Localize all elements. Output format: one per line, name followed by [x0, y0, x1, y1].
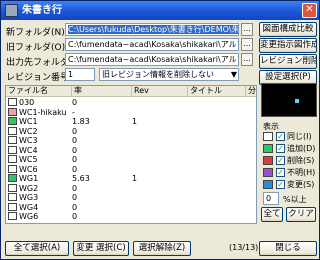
preview-mark [295, 99, 299, 103]
header-title[interactable]: タイトル [188, 86, 246, 97]
close-window-button[interactable]: ✕ [302, 3, 317, 18]
file-status-icon [8, 126, 17, 135]
revision-delete-button[interactable]: レビジョン削除 [259, 54, 317, 69]
app-icon [5, 4, 18, 17]
filter-checkbox[interactable]: ✓ [276, 156, 285, 165]
filter-checkbox[interactable]: ✓ [276, 144, 285, 153]
new-folder-browse-button[interactable]: ... [241, 23, 253, 36]
status-color-icon [263, 132, 273, 141]
status-color-icon [263, 180, 273, 189]
file-status-icon [8, 145, 17, 154]
status-color-icon [263, 156, 273, 165]
title-bar: 朱書き行 ✕ [1, 1, 319, 20]
main-window: 朱書き行 ✕ 新フォルダ(N) C:\Users\fukuda\Desktop\… [0, 0, 320, 260]
filter-label: 変更(S) [287, 180, 315, 189]
file-status-icon [8, 164, 17, 173]
header-category[interactable]: 分 [246, 86, 256, 97]
file-status-icon [8, 183, 17, 192]
filter-label: 同じ(I) [287, 132, 312, 141]
clear-button[interactable]: クリア [286, 207, 316, 222]
header-rate[interactable]: 率 [72, 86, 132, 97]
file-status-icon [8, 98, 17, 106]
close-button[interactable]: 閉じる [259, 241, 317, 256]
file-status-icon [8, 117, 17, 125]
threshold-field[interactable]: 0 [263, 192, 279, 205]
file-rate: 0 [72, 212, 78, 221]
filter-label: 追加(D) [287, 144, 316, 153]
filter-checkbox[interactable]: ✓ [276, 168, 285, 177]
filter-label: 削除(S) [287, 156, 315, 165]
file-status-icon [8, 155, 17, 163]
old-folder-label: 旧フォルダ(O) [6, 43, 66, 53]
table-row[interactable]: WG6 0 [6, 211, 256, 222]
output-folder-browse-button[interactable]: ... [241, 53, 253, 66]
output-folder-field[interactable]: C:\fumendata~acad\Kosaka\shikakari\アルファテ… [65, 53, 239, 66]
old-folder-field[interactable]: C:\fumendata~acad\Kosaka\shikakari\アルファテ… [65, 38, 239, 51]
status-color-icon [263, 144, 273, 153]
header-rev[interactable]: Rev [132, 86, 188, 97]
select-changed-button[interactable]: 変更 選択(C) [73, 241, 129, 256]
preview-thumbnail [261, 83, 317, 117]
select-all-button[interactable]: 全て選択(A) [5, 241, 69, 256]
filter-label: 不明(H) [287, 168, 316, 177]
old-folder-browse-button[interactable]: ... [241, 38, 253, 51]
new-folder-field[interactable]: C:\Users\fukuda\Desktop\朱書き行\DEMO\朱書き行\D… [65, 23, 239, 36]
window-title: 朱書き行 [22, 5, 62, 16]
threshold-suffix: %以上 [283, 195, 307, 204]
file-status-icon [8, 202, 17, 211]
revision-option-select[interactable]: 旧レビジョン情報を削除しない ▼ [99, 68, 239, 81]
display-title: 表示 [263, 122, 279, 131]
deselect-button[interactable]: 選択解除(Z) [133, 241, 191, 256]
filter-checkbox[interactable]: ✓ [276, 180, 285, 189]
selection-counter: (13/13) [229, 243, 259, 252]
header-filename[interactable]: ファイル名 [6, 86, 72, 97]
revision-number-field[interactable]: 1 [65, 68, 95, 81]
file-status-icon [8, 136, 17, 144]
file-list[interactable]: ファイル名 率 Rev タイトル 分 030 0 WC1-hikaku - WC1 1.8… [5, 85, 257, 224]
file-status-icon [8, 212, 17, 220]
check-all-button[interactable]: 全て [261, 207, 283, 222]
filter-checkbox[interactable]: ✓ [276, 132, 285, 141]
chevron-down-icon: ▼ [230, 70, 237, 79]
file-status-icon [8, 193, 17, 201]
file-status-icon [8, 174, 17, 182]
create-changed-button[interactable]: 変更指示図作成 [259, 38, 317, 53]
status-color-icon [263, 168, 273, 177]
file-status-icon [8, 107, 17, 116]
file-name: WG6 [19, 212, 39, 221]
compare-button[interactable]: 図面構成比較 [259, 22, 317, 37]
new-folder-label: 新フォルダ(N) [6, 28, 65, 38]
